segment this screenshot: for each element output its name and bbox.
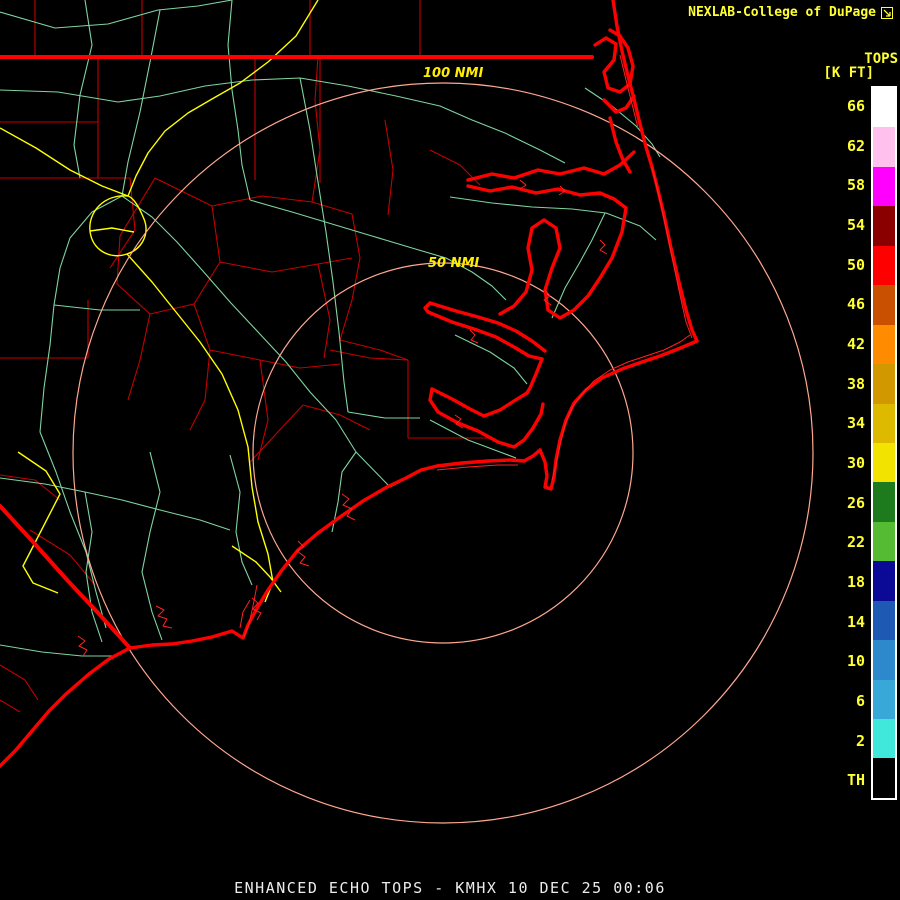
coastal-detail-lines (78, 55, 692, 656)
scale-labels: 66625854504642383430262218141062TH (835, 86, 865, 800)
scale-segment-58 (873, 167, 895, 206)
scale-segment-38 (873, 364, 895, 403)
scale-label-34: 34 (835, 403, 865, 443)
scale-label-46: 46 (835, 284, 865, 324)
ring-100nmi (73, 83, 813, 823)
scale-segment-26 (873, 482, 895, 521)
scale-label-50: 50 (835, 245, 865, 285)
scale-segment-TH (873, 758, 895, 797)
scale-label-18: 18 (835, 562, 865, 602)
scale-segment-14 (873, 601, 895, 640)
scale-segment-62 (873, 127, 895, 166)
scale-segment-34 (873, 404, 895, 443)
scale-segment-2 (873, 719, 895, 758)
credit-text: NEXLAB-College of DuPage (688, 5, 876, 20)
scale-segment-42 (873, 325, 895, 364)
road-network (0, 0, 660, 656)
scale-label-38: 38 (835, 364, 865, 404)
scale-label-26: 26 (835, 483, 865, 523)
scale-label-58: 58 (835, 165, 865, 205)
scale-segment-50 (873, 246, 895, 285)
product-caption: ENHANCED ECHO TOPS - KMHX 10 DEC 25 00:0… (0, 879, 900, 897)
scale-title-text: TOPS (823, 52, 898, 66)
color-scale-bar (871, 86, 897, 800)
scale-label-62: 62 (835, 126, 865, 166)
ring-label-100nmi: 100 NMI (423, 66, 483, 81)
scale-segment-46 (873, 285, 895, 324)
scale-label-42: 42 (835, 324, 865, 364)
radar-display[interactable]: 100 NMI 50 NMI NEXLAB-College of DuPage … (0, 0, 900, 900)
scale-units-text: [K FT] (823, 66, 898, 80)
scale-label-66: 66 (835, 86, 865, 126)
ring-label-50nmi: 50 NMI (428, 256, 479, 271)
scale-label-22: 22 (835, 522, 865, 562)
scale-segment-66 (873, 88, 895, 127)
scale-label-6: 6 (835, 681, 865, 721)
scale-label-10: 10 (835, 641, 865, 681)
scale-label-2: 2 (835, 721, 865, 761)
scale-label-54: 54 (835, 205, 865, 245)
scale-title: TOPS [K FT] (823, 52, 898, 80)
range-rings (73, 83, 813, 823)
scale-segment-30 (873, 443, 895, 482)
highway-network (0, 0, 318, 602)
scale-segment-6 (873, 680, 895, 719)
radar-map[interactable] (0, 0, 900, 900)
scale-segment-22 (873, 522, 895, 561)
scale-segment-10 (873, 640, 895, 679)
scale-label-30: 30 (835, 443, 865, 483)
resize-arrow-icon (881, 7, 893, 19)
scale-segment-54 (873, 206, 895, 245)
scale-label-TH: TH (835, 760, 865, 800)
credit-line[interactable]: NEXLAB-College of DuPage (688, 5, 893, 20)
scale-segment-18 (873, 561, 895, 600)
county-lines (0, 0, 492, 712)
scale-label-14: 14 (835, 602, 865, 642)
